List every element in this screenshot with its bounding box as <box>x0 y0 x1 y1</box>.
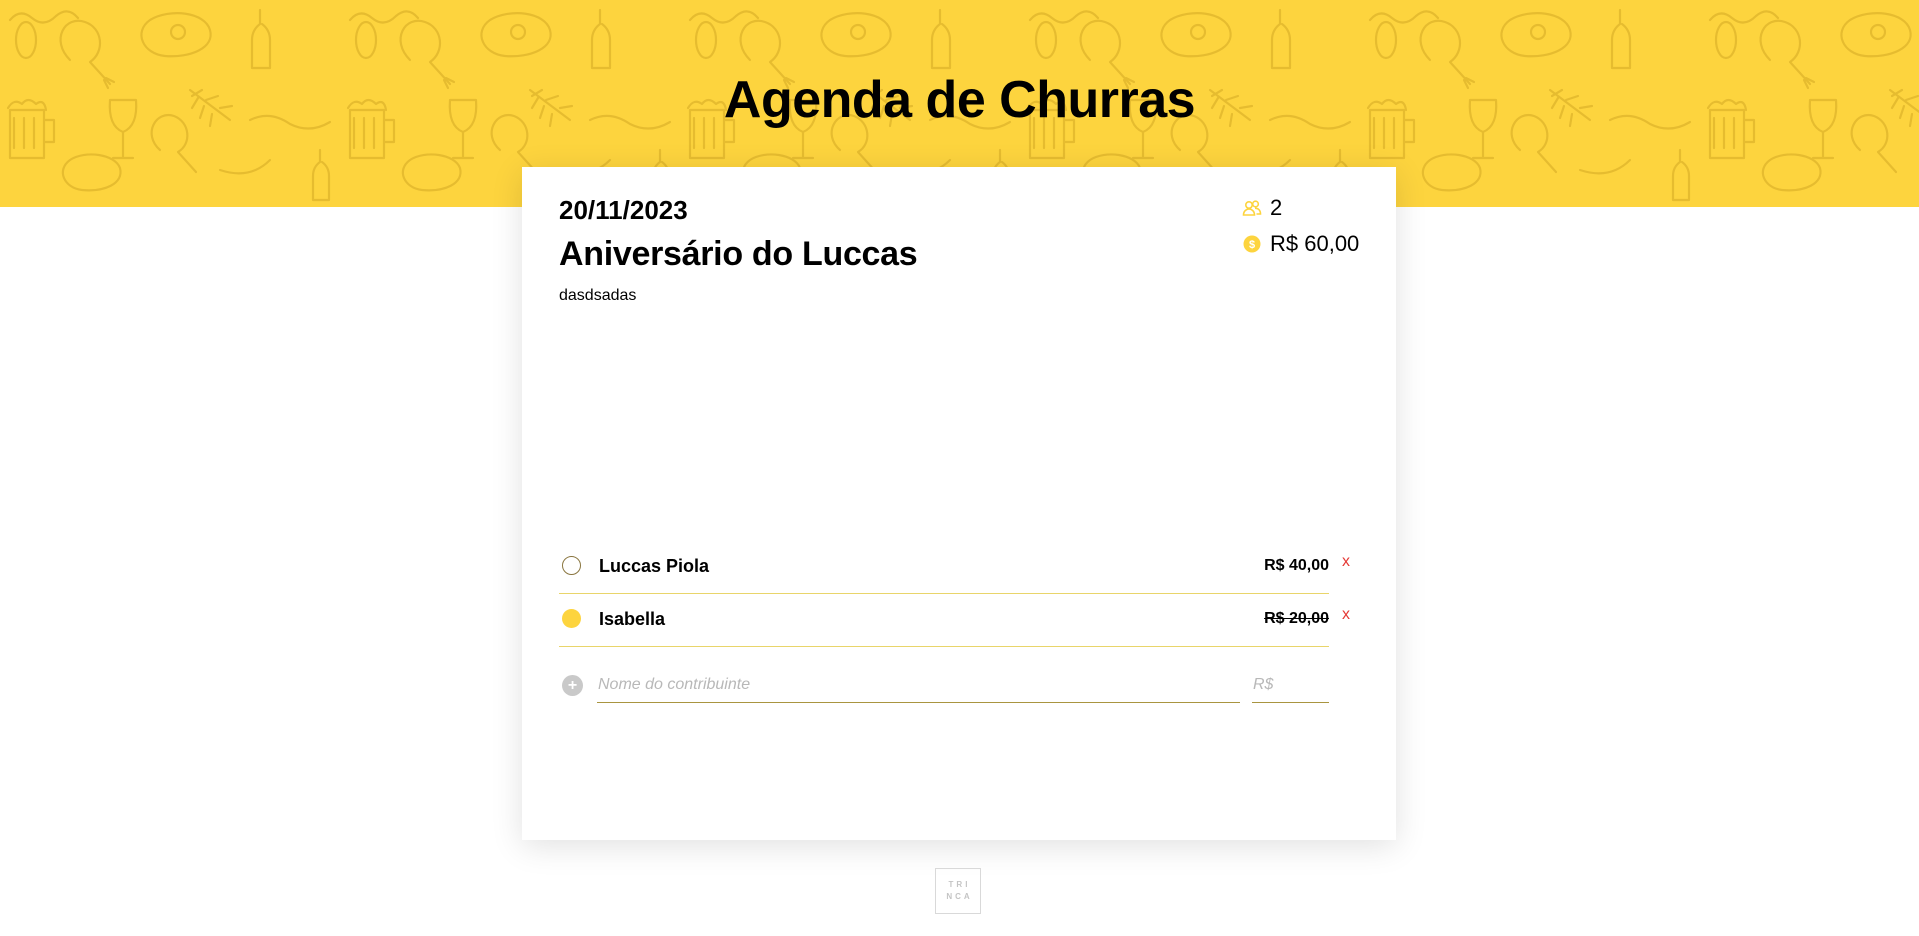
participant-amount: R$ 20,00 <box>1264 610 1329 627</box>
logo-line-2: NCA <box>946 892 973 901</box>
logo-line-1: TRI <box>948 880 971 889</box>
participants-count: 2 <box>1242 195 1282 221</box>
trinca-logo: TRI NCA <box>935 868 981 914</box>
add-participant-row: + <box>559 667 1329 707</box>
participants-count-value: 2 <box>1270 195 1283 220</box>
event-date: 20/11/2023 <box>559 195 688 225</box>
event-title: Aniversário do Luccas <box>559 235 918 273</box>
remove-participant-button[interactable]: x <box>1342 606 1350 624</box>
participant-name: Isabella <box>599 609 666 629</box>
participant-amount: R$ 40,00 <box>1264 557 1329 574</box>
remove-participant-button[interactable]: x <box>1342 553 1350 571</box>
total-amount-value: R$ 60,00 <box>1270 231 1360 256</box>
participant-row: Luccas Piola R$ 40,00 x <box>559 541 1350 594</box>
page-title: Agenda de Churras <box>723 71 1196 129</box>
contributor-name-input[interactable] <box>597 667 1240 703</box>
event-description: dasdsadas <box>559 287 637 304</box>
paid-checkbox[interactable] <box>562 609 581 628</box>
participant-name: Luccas Piola <box>599 556 710 576</box>
plus-circle-icon[interactable]: + <box>562 675 583 696</box>
dollar-coin-icon: $ <box>1242 234 1262 254</box>
event-card: 20/11/2023 Aniversário do Luccas dasdsad… <box>522 167 1396 840</box>
people-icon <box>1242 198 1262 218</box>
contributor-value-input[interactable] <box>1252 667 1329 703</box>
total-amount: $ R$ 60,00 <box>1242 231 1359 257</box>
svg-text:$: $ <box>1249 239 1255 251</box>
paid-checkbox[interactable] <box>562 556 581 575</box>
participant-row: Isabella R$ 20,00 x <box>559 594 1350 647</box>
